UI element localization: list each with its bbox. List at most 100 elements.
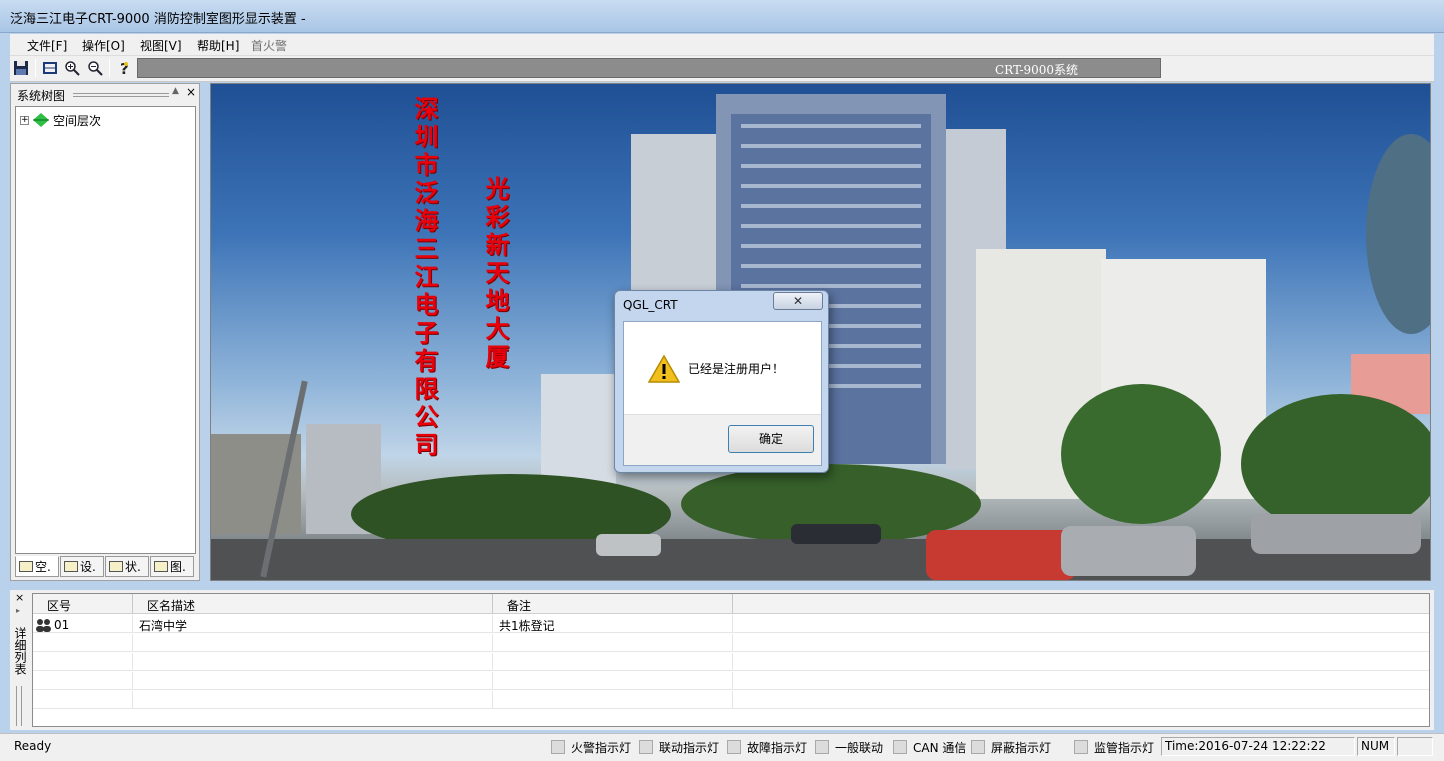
tree-node-space[interactable]: + 空间层次 [20, 111, 101, 129]
indicator-lamp [1074, 740, 1088, 754]
menu-bar: 文件[F] 操作[O] 视图[V] 帮助[H] 首火警 [10, 34, 1434, 56]
indicator-lamp [893, 740, 907, 754]
company-name-text: 深圳市泛海三江电子有限公司 [410, 96, 439, 460]
detail-list-label: 详细列表 [13, 627, 27, 675]
indicator-lamp [971, 740, 985, 754]
panel-tabs: 空. 设. 状. 图. [15, 556, 196, 578]
dialog-message: 已经是注册用户！ [688, 362, 785, 376]
menu-help[interactable]: 帮助[H] [197, 37, 239, 54]
indicator-shield: 屏蔽指示灯 [971, 738, 1051, 756]
panel-grip[interactable] [16, 686, 22, 726]
indicator-label: 故障指示灯 [747, 740, 808, 755]
indicator-can-comm: CAN 通信 [893, 738, 966, 756]
diamond-icon [33, 113, 49, 127]
zoom-out-icon [88, 61, 103, 76]
column-header-remark[interactable]: 备注 [493, 594, 733, 614]
svg-text:?: ? [120, 60, 129, 76]
zoom-in-icon [65, 61, 80, 76]
indicator-general-linkage: 一般联动 [815, 738, 883, 756]
window-titlebar: 泛海三江电子CRT-9000 消防控制室图形显示装置 - [0, 0, 1444, 33]
table-row [33, 672, 1429, 690]
zoom-out-button[interactable] [85, 58, 105, 78]
table-row [33, 634, 1429, 652]
zone-description: 石湾中学 [133, 615, 493, 633]
panel-pin-icon[interactable]: ▸ [16, 606, 20, 615]
folder-icon [19, 561, 33, 572]
indicator-label: CAN 通信 [913, 740, 967, 755]
tab-label: 状. [125, 560, 141, 574]
table-row [33, 691, 1429, 709]
message-dialog: QGL_CRT ✕ 已经是注册用户！ 确定 [614, 290, 829, 473]
system-tree[interactable]: + 空间层次 [15, 106, 196, 554]
zone-remark: 共1栋登记 [493, 615, 733, 633]
status-empty-panel [1397, 737, 1433, 756]
dialog-close-button[interactable]: ✕ [773, 292, 823, 310]
fit-window-button[interactable] [40, 58, 60, 78]
detail-list-panel: × ▸ 详细列表 区号 区名描述 备注 01 石湾中学 共1栋登记 [10, 590, 1434, 730]
indicator-lamp [815, 740, 829, 754]
tree-node-label: 空间层次 [53, 113, 102, 128]
window-icon [154, 561, 168, 572]
status-bar: Ready 火警指示灯 联动指示灯 故障指示灯 一般联动 CAN 通信 屏蔽指示… [0, 733, 1444, 761]
system-tree-panel: 系统树图 ▲ × + 空间层次 空. 设. 状. 图. [10, 83, 200, 581]
table-row [33, 653, 1429, 671]
building-name-text: 光彩新天地大厦 [481, 176, 510, 372]
indicator-linkage: 联动指示灯 [639, 738, 719, 756]
table-cell: 01 [33, 615, 133, 633]
zone-id: 01 [54, 618, 70, 632]
help-button[interactable]: ? [114, 58, 134, 78]
indicator-fault: 故障指示灯 [727, 738, 807, 756]
system-label: CRT-9000系统 [995, 63, 1079, 77]
indicator-label: 监管指示灯 [1094, 740, 1155, 755]
window-title: 泛海三江电子CRT-9000 消防控制室图形显示装置 - [10, 12, 306, 27]
indicator-label: 火警指示灯 [571, 740, 632, 755]
tab-label: 空. [35, 560, 51, 574]
status-num: NUM [1357, 737, 1395, 756]
tab-label: 图. [170, 560, 186, 574]
menu-view[interactable]: 视图[V] [140, 37, 182, 54]
panel-grip[interactable] [73, 93, 169, 97]
panel-pin-icon[interactable]: ▲ [172, 86, 179, 96]
panel-close-icon[interactable]: × [15, 591, 24, 604]
table-header: 区号 区名描述 备注 [33, 594, 1429, 614]
save-icon [14, 61, 28, 75]
status-time: Time:2016-07-24 12:22:22 [1161, 737, 1355, 756]
detail-list-sidebar: × ▸ 详细列表 [10, 590, 30, 730]
help-icon: ? [120, 60, 129, 76]
indicator-lamp [551, 740, 565, 754]
table-row[interactable]: 01 石湾中学 共1栋登记 [33, 615, 1429, 633]
save-button[interactable] [11, 58, 31, 78]
indicator-label: 屏蔽指示灯 [991, 740, 1052, 755]
column-header-description[interactable]: 区名描述 [133, 594, 493, 614]
panel-title: 系统树图 [17, 89, 66, 103]
indicator-label: 联动指示灯 [659, 740, 720, 755]
close-icon: ✕ [792, 294, 804, 308]
tab-device[interactable]: 设. [60, 556, 104, 577]
toolbar: ? CRT-9000系统 [10, 56, 1434, 82]
menu-operate[interactable]: 操作[O] [82, 37, 125, 54]
column-header-zone[interactable]: 区号 [33, 594, 133, 614]
indicator-label: 一般联动 [835, 740, 884, 755]
dialog-title: QGL_CRT [623, 298, 678, 312]
expand-icon[interactable]: + [20, 115, 29, 125]
ok-button[interactable]: 确定 [728, 425, 814, 453]
panel-close-icon[interactable]: × [186, 85, 196, 99]
tab-space[interactable]: 空. [15, 556, 59, 577]
indicator-lamp [727, 740, 741, 754]
menu-first-alarm[interactable]: 首火警 [251, 37, 287, 54]
fit-window-icon [43, 62, 57, 74]
indicator-lamp [639, 740, 653, 754]
tab-graphic[interactable]: 图. [150, 556, 194, 577]
menu-file[interactable]: 文件[F] [27, 37, 67, 54]
zone-table[interactable]: 区号 区名描述 备注 01 石湾中学 共1栋登记 [32, 593, 1430, 727]
dialog-body: 已经是注册用户！ 确定 [623, 321, 822, 466]
indicator-fire-alarm: 火警指示灯 [551, 738, 631, 756]
zoom-in-button[interactable] [62, 58, 82, 78]
tab-status[interactable]: 状. [105, 556, 149, 577]
window-icon [109, 561, 123, 572]
tab-label: 设. [80, 560, 96, 574]
window-icon [64, 561, 78, 572]
users-icon [36, 619, 51, 632]
indicator-supervise: 监管指示灯 [1074, 738, 1154, 756]
warning-icon [648, 354, 680, 383]
